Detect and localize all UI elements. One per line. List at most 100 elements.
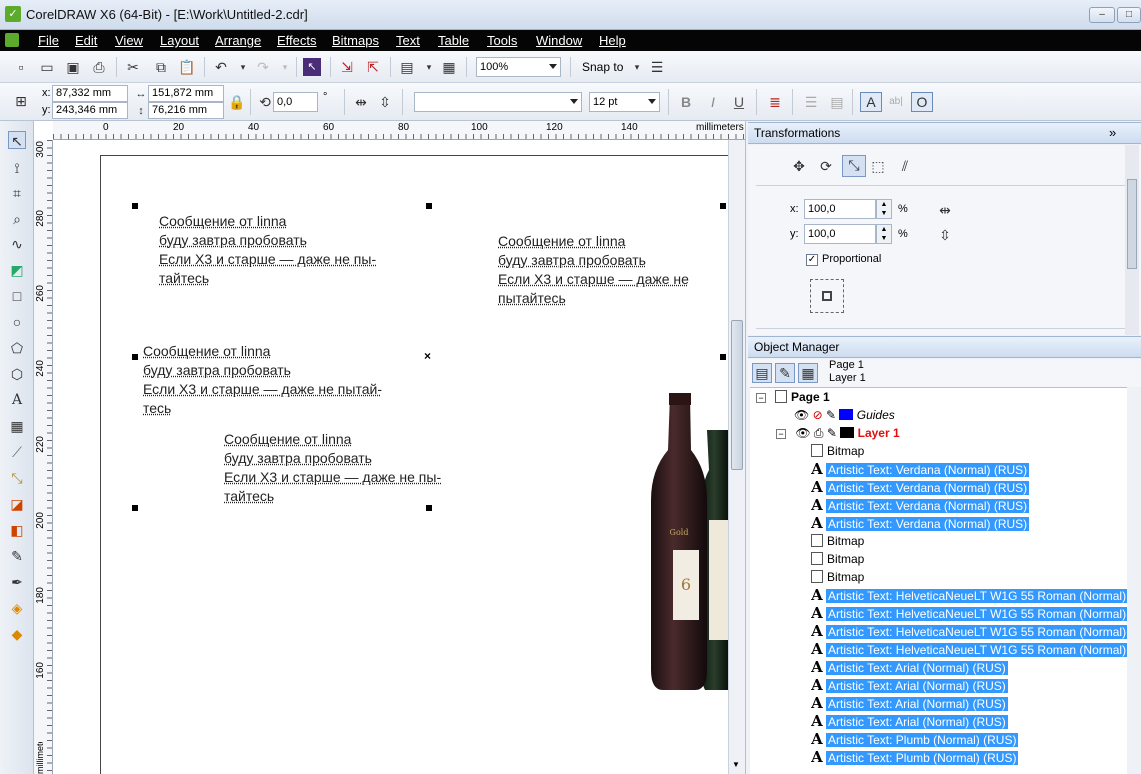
height-input[interactable]: 76,216 mm	[148, 102, 224, 119]
save-icon[interactable]: ▣	[64, 58, 82, 76]
mirror-horizontal-icon[interactable]: ⇹	[352, 93, 370, 111]
launcher-dropdown-icon[interactable]: ▾	[420, 58, 438, 76]
cut-icon[interactable]: ✂	[124, 58, 142, 76]
menu-table[interactable]: Table	[438, 33, 469, 48]
drop-cap-icon[interactable]: ▤	[828, 93, 846, 111]
scroll-down-icon[interactable]: ▼	[732, 760, 740, 769]
maximize-button[interactable]: □	[1117, 7, 1141, 23]
application-launcher-icon[interactable]: ▤	[398, 58, 416, 76]
menu-bitmaps[interactable]: Bitmaps	[332, 33, 379, 48]
text-alignment-icon[interactable]: ≣	[766, 93, 784, 111]
text-tool-icon[interactable]: A	[8, 391, 26, 409]
smart-fill-tool-icon[interactable]: ◩	[8, 261, 26, 279]
menu-tools[interactable]: Tools	[487, 33, 517, 48]
font-size-select[interactable]: 12 pt	[589, 92, 660, 112]
scale-y-spinner[interactable]: ▲ ▼	[876, 224, 892, 244]
rectangle-tool-icon[interactable]: □	[8, 287, 26, 305]
selection-handle[interactable]	[132, 203, 138, 209]
selection-handle[interactable]	[132, 505, 138, 511]
fill-tool-icon[interactable]: ◈	[8, 599, 26, 617]
artistic-text-item[interactable]: A Artistic Text: HelveticaNeueLT W1G 55 R…	[810, 622, 1141, 640]
scale-x-input[interactable]: 100,0	[804, 199, 876, 219]
open-folder-icon[interactable]: ▭	[38, 58, 56, 76]
bold-icon[interactable]: B	[677, 93, 695, 111]
print-disabled-icon[interactable]: ⊘	[813, 408, 823, 422]
rotation-center-icon[interactable]: ×	[424, 349, 431, 363]
copy-icon[interactable]: ⧉	[152, 58, 170, 76]
edit-pencil-icon[interactable]: ✎	[826, 408, 836, 422]
size-icon[interactable]: ⬚	[869, 157, 887, 175]
eye-icon[interactable]: 👁	[795, 426, 810, 440]
options-icon[interactable]: ☰	[648, 58, 666, 76]
polygon-tool-icon[interactable]: ⬠	[8, 339, 26, 357]
selection-handle[interactable]	[426, 505, 432, 511]
freehand-tool-icon[interactable]: ∿	[8, 235, 26, 253]
transparency-tool-icon[interactable]: ◧	[8, 521, 26, 539]
blend-tool-icon[interactable]: ◪	[8, 495, 26, 513]
scale-mirror-icon[interactable]: ⤡	[842, 155, 866, 177]
bitmap-item[interactable]: Bitmap	[810, 532, 864, 550]
scrollbar-thumb[interactable]	[731, 320, 743, 470]
redo-icon[interactable]: ↷	[254, 58, 272, 76]
export-icon[interactable]: ⇱	[364, 58, 382, 76]
proportional-checkbox[interactable]: ✓	[806, 254, 818, 266]
artistic-text-item[interactable]: A Artistic Text: Verdana (Normal) (RUS)	[810, 478, 1030, 496]
bitmap-item[interactable]: Bitmap	[810, 568, 864, 586]
scale-x-spinner[interactable]: ▲ ▼	[876, 199, 892, 219]
menu-text[interactable]: Text	[396, 33, 420, 48]
new-document-icon[interactable]: ▫	[12, 58, 30, 76]
object-origin-icon[interactable]: ⊞	[12, 92, 30, 110]
outline-pen-tool-icon[interactable]: ✒	[8, 573, 26, 591]
zoom-level-select[interactable]: 100%	[476, 57, 561, 77]
eye-icon[interactable]: 👁	[794, 408, 809, 422]
selection-handle[interactable]	[132, 354, 138, 360]
italic-icon[interactable]: I	[704, 93, 722, 111]
edit-across-layers-icon[interactable]: ✎	[775, 363, 795, 383]
canvas-vertical-scrollbar[interactable]: ▼	[728, 140, 745, 774]
interactive-fill-tool-icon[interactable]: ◆	[8, 625, 26, 643]
connector-tool-icon[interactable]: ⤡	[8, 469, 26, 487]
anchor-point-grid[interactable]	[810, 279, 844, 313]
artistic-text-item[interactable]: A Artistic Text: Arial (Normal) (RUS)	[810, 658, 1008, 676]
menu-file[interactable]: File	[38, 33, 59, 48]
object-tree-scrollbar[interactable]	[1127, 387, 1141, 774]
artistic-text-item[interactable]: A Artistic Text: Verdana (Normal) (RUS)	[810, 514, 1030, 532]
text-properties-icon[interactable]: A	[860, 92, 882, 112]
import-icon[interactable]: ⇲	[338, 58, 356, 76]
menu-view[interactable]: View	[115, 33, 143, 48]
artistic-text-item[interactable]: A Artistic Text: Plumb (Normal) (RUS)	[810, 748, 1019, 766]
undo-icon[interactable]: ↶	[212, 58, 230, 76]
skew-icon[interactable]: ⫽	[896, 157, 914, 175]
artistic-text-3[interactable]: Сообщение от linna буду завтра пробовать Е…	[143, 342, 382, 418]
ellipse-tool-icon[interactable]: ○	[8, 313, 26, 331]
artistic-text-item[interactable]: A Artistic Text: HelveticaNeueLT W1G 55 R…	[810, 586, 1141, 604]
crop-tool-icon[interactable]: ⌗	[8, 184, 26, 202]
artistic-text-2[interactable]: Сообщение от linna буду завтра пробовать Е…	[498, 232, 689, 308]
menu-arrange[interactable]: Arrange	[215, 33, 261, 48]
artistic-text-item[interactable]: A Artistic Text: HelveticaNeueLT W1G 55 R…	[810, 640, 1141, 658]
dimension-tool-icon[interactable]: ⟋	[8, 443, 26, 461]
selection-handle[interactable]	[426, 203, 432, 209]
artistic-text-item[interactable]: A Artistic Text: Arial (Normal) (RUS)	[810, 712, 1008, 730]
eyedropper-tool-icon[interactable]: ✎	[8, 547, 26, 565]
show-object-properties-icon[interactable]: ▤	[752, 363, 772, 383]
basic-shapes-tool-icon[interactable]: ⬡	[8, 365, 26, 383]
welcome-screen-icon[interactable]: ▦	[440, 58, 458, 76]
artistic-text-item[interactable]: A Artistic Text: Verdana (Normal) (RUS)	[810, 460, 1030, 478]
transformations-scrollbar[interactable]	[1125, 145, 1139, 335]
rotate-transform-icon[interactable]: ⟳	[817, 157, 835, 175]
bullet-list-icon[interactable]: ☰	[802, 93, 820, 111]
artistic-text-item[interactable]: A Artistic Text: Arial (Normal) (RUS)	[810, 676, 1008, 694]
y-position-input[interactable]: 243,346 mm	[52, 102, 128, 119]
width-input[interactable]: 151,872 mm	[148, 85, 224, 102]
artistic-text-item[interactable]: A Artistic Text: Plumb (Normal) (RUS)	[810, 730, 1019, 748]
selection-handle[interactable]	[720, 354, 726, 360]
bitmap-item[interactable]: Bitmap	[810, 442, 864, 460]
snap-to-dropdown-icon[interactable]: ▾	[628, 58, 646, 76]
menu-effects[interactable]: Effects	[277, 33, 317, 48]
layer-1-node[interactable]: − 👁 ⎙ ✎ Layer 1	[776, 424, 900, 442]
artistic-text-item[interactable]: A Artistic Text: Verdana (Normal) (RUS)	[810, 496, 1030, 514]
transformations-header[interactable]: Transformations »	[748, 122, 1141, 144]
x-position-input[interactable]: 87,332 mm	[52, 85, 128, 102]
page-node[interactable]: − Page 1	[756, 388, 830, 406]
